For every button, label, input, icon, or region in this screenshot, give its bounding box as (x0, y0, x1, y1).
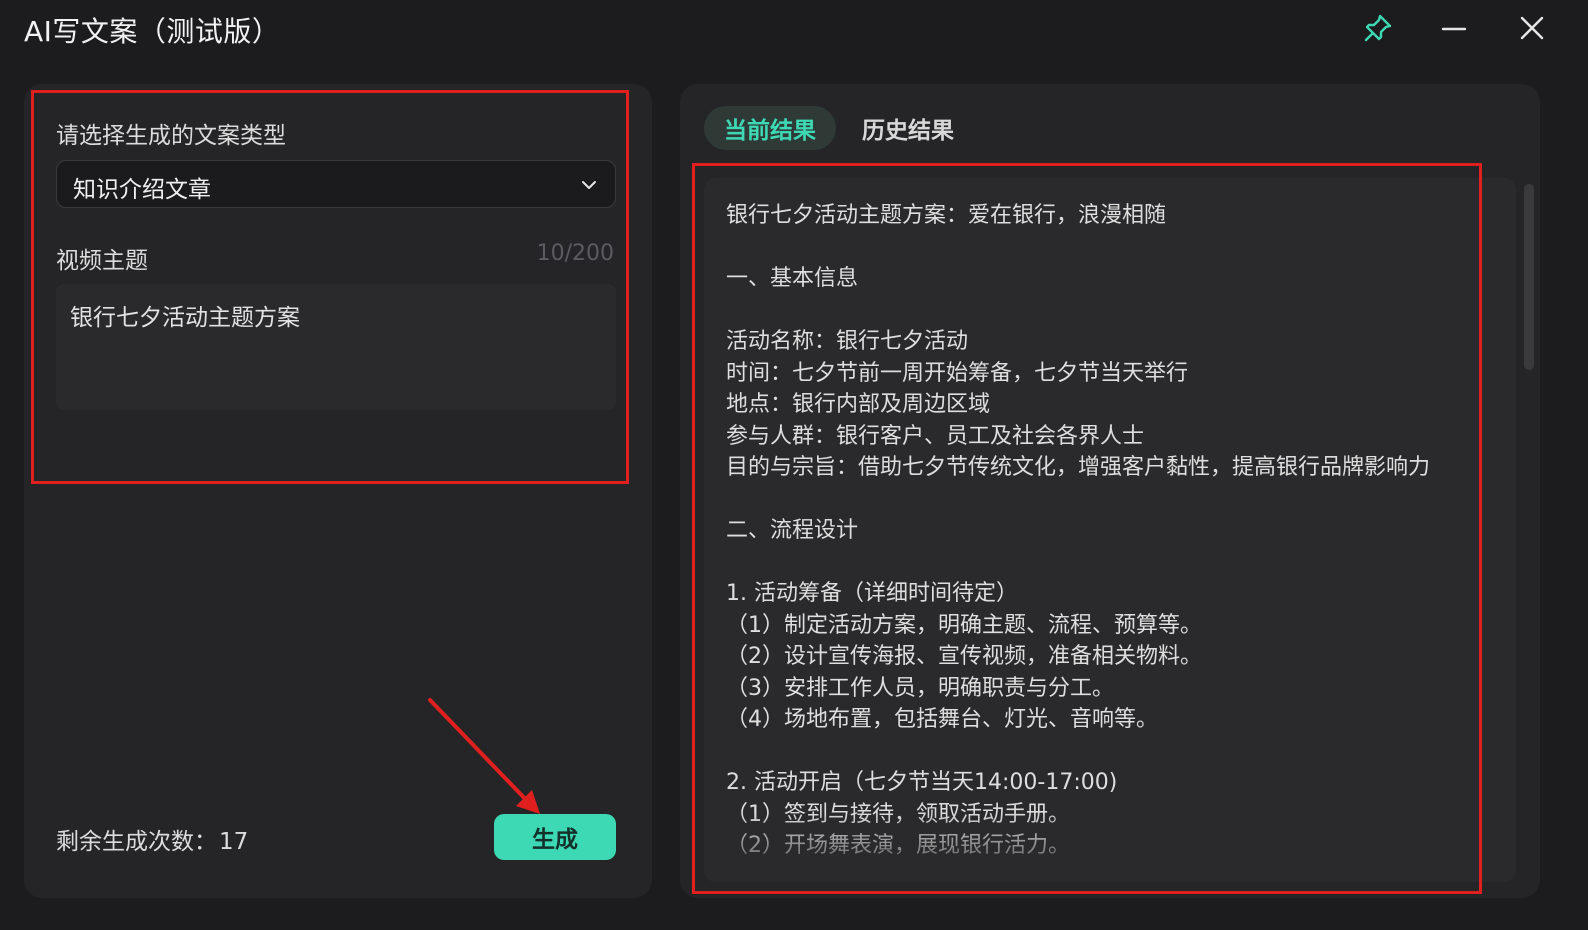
result-line: 2. 活动开启（七夕节当天14:00-17:00) (726, 770, 1118, 795)
result-line: （2）开场舞表演，展现银行活力。 (726, 833, 1070, 858)
result-line (726, 295, 1516, 327)
minimize-icon (1441, 27, 1467, 31)
result-line: 地点：银行内部及周边区域 (726, 392, 991, 417)
remaining-number: 17 (219, 829, 249, 855)
char-counter: 10/200 (536, 241, 614, 266)
close-icon (1520, 16, 1544, 40)
result-line: 目的与宗旨：借助七夕节传统文化，增强客户黏性，提高银行品牌影响力 (726, 455, 1431, 480)
result-scrollbar[interactable] (1524, 184, 1534, 370)
result-line: （1）签到与接待，领取活动手册。 (726, 801, 1070, 827)
title-bar: AI写文案（测试版） (0, 0, 1588, 62)
remaining-count: 剩余生成次数：17 (56, 822, 248, 856)
result-line: （3）安排工作人员，明确职责与分工。 (726, 675, 1114, 701)
pin-button[interactable] (1354, 6, 1402, 50)
remaining-label: 剩余生成次数： (56, 829, 217, 855)
minimize-button[interactable] (1430, 6, 1478, 50)
result-line (726, 232, 1516, 264)
tab-history-result[interactable]: 历史结果 (842, 106, 974, 150)
copy-type-value: 知识介绍文章 (73, 177, 211, 203)
result-line: 时间：七夕节前一周开始筹备，七夕节当天举行 (726, 360, 1189, 386)
pin-icon (1364, 14, 1392, 42)
result-line: 活动名称：银行七夕活动 (726, 329, 969, 354)
result-line: 二、流程设计 (726, 518, 859, 543)
close-button[interactable] (1508, 6, 1556, 50)
chevron-down-icon (582, 181, 596, 189)
result-line: （2）设计宣传海报、宣传视频，准备相关物料。 (726, 644, 1202, 669)
result-content: 银行七夕活动主题方案：爱在银行，浪漫相随 一、基本信息 活动名称：银行七夕活动时… (726, 200, 1516, 862)
result-line (726, 736, 1516, 768)
copy-type-label: 请选择生成的文案类型 (56, 123, 286, 149)
tab-current-result[interactable]: 当前结果 (704, 106, 836, 150)
generate-button[interactable]: 生成 (494, 814, 616, 860)
result-line: 一、基本信息 (726, 266, 859, 291)
window-title: AI写文案（测试版） (24, 15, 281, 48)
copy-type-select[interactable]: 知识介绍文章 (56, 160, 616, 208)
result-text-area[interactable]: 银行七夕活动主题方案：爱在银行，浪漫相随 一、基本信息 活动名称：银行七夕活动时… (704, 178, 1516, 882)
result-line: （1）制定活动方案，明确主题、流程、预算等。 (726, 612, 1202, 638)
topic-label: 视频主题 (56, 248, 148, 274)
result-line: （4）场地布置，包括舞台、灯光、音响等。 (726, 707, 1158, 732)
topic-input[interactable]: 银行七夕活动主题方案 (56, 284, 616, 410)
result-line: 参与人群：银行客户、员工及社会各界人士 (726, 423, 1145, 449)
result-line: 1. 活动筹备（详细时间待定） (726, 581, 1018, 606)
result-line (726, 547, 1516, 579)
result-line (726, 484, 1516, 516)
result-line: 银行七夕活动主题方案：爱在银行，浪漫相随 (726, 203, 1167, 228)
